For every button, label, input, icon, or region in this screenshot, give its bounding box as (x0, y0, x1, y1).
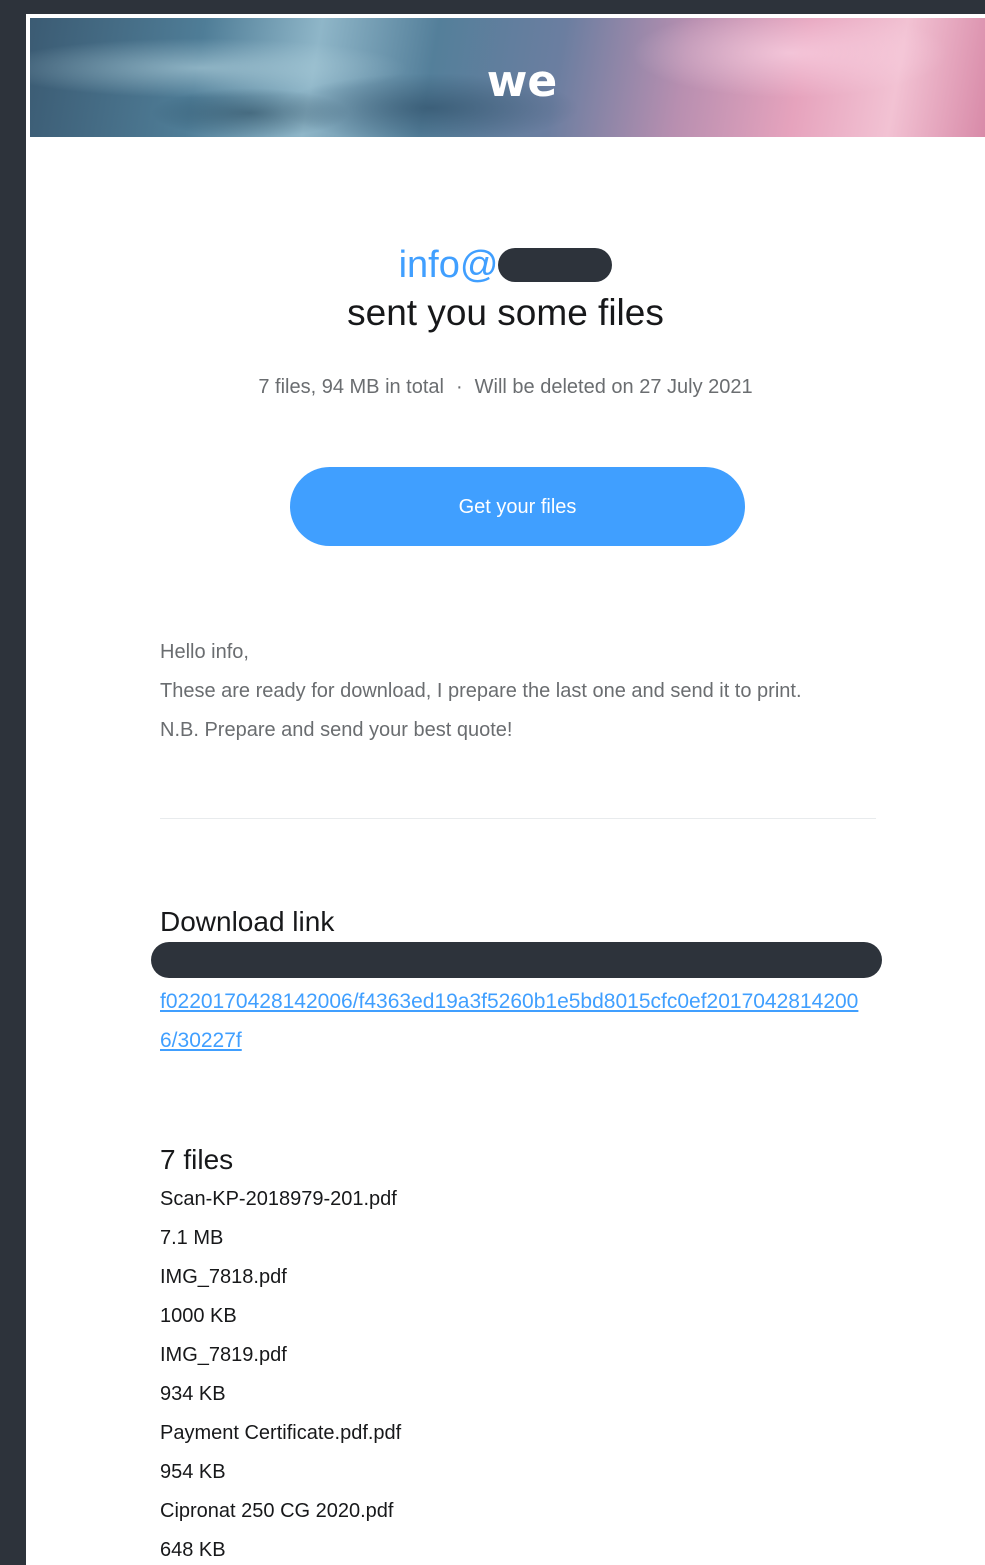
banner-texture (630, 18, 950, 98)
divider (160, 818, 876, 819)
file-name: IMG_7818.pdf (160, 1266, 287, 1288)
get-files-button[interactable]: Get your files (290, 467, 745, 546)
file-size: 648 KB (160, 1539, 226, 1561)
files-total: 7 files, 94 MB in total (258, 376, 444, 398)
wetransfer-logo-icon[interactable]: we (477, 58, 567, 102)
sender-message: Hello info, These are ready for download… (160, 633, 850, 750)
download-link-title: Download link (160, 906, 335, 937)
file-list: Scan-KP-2018979-201.pdf 7.1 MB IMG_7818.… (160, 1180, 860, 1565)
header-banner: we (30, 18, 985, 137)
file-name: Scan-KP-2018979-201.pdf (160, 1188, 397, 1210)
file-name: Payment Certificate.pdf.pdf (160, 1422, 402, 1444)
email-body: we info@ sent you some files 7 files, 94… (26, 14, 985, 1565)
redaction-block (151, 942, 882, 978)
file-name: IMG_7819.pdf (160, 1344, 287, 1366)
expiry-date: Will be deleted on 27 July 2021 (474, 376, 753, 398)
file-size: 954 KB (160, 1461, 226, 1483)
logo-text: we (487, 58, 558, 102)
sender-address: info@ (26, 242, 985, 288)
file-count-title: 7 files (160, 1144, 234, 1175)
file-size: 7.1 MB (160, 1227, 224, 1249)
message-line: These are ready for download, I prepare … (160, 680, 802, 702)
banner-texture (150, 88, 350, 137)
headline: sent you some files (347, 292, 664, 333)
sender-prefix: info@ (398, 244, 499, 286)
message-line: N.B. Prepare and send your best quote! (160, 719, 513, 741)
file-name: Cipronat 250 CG 2020.pdf (160, 1500, 394, 1522)
file-size: 934 KB (160, 1383, 226, 1405)
transfer-summary: 7 files, 94 MB in total · Will be deleted … (26, 374, 985, 400)
file-size: 1000 KB (160, 1305, 237, 1327)
message-line: Hello info, (160, 641, 249, 663)
redaction-block (498, 248, 613, 282)
download-link[interactable]: f0220170428142006/f4363ed19a3f5260b1e5bd… (160, 982, 872, 1060)
separator-dot: · (456, 376, 463, 398)
